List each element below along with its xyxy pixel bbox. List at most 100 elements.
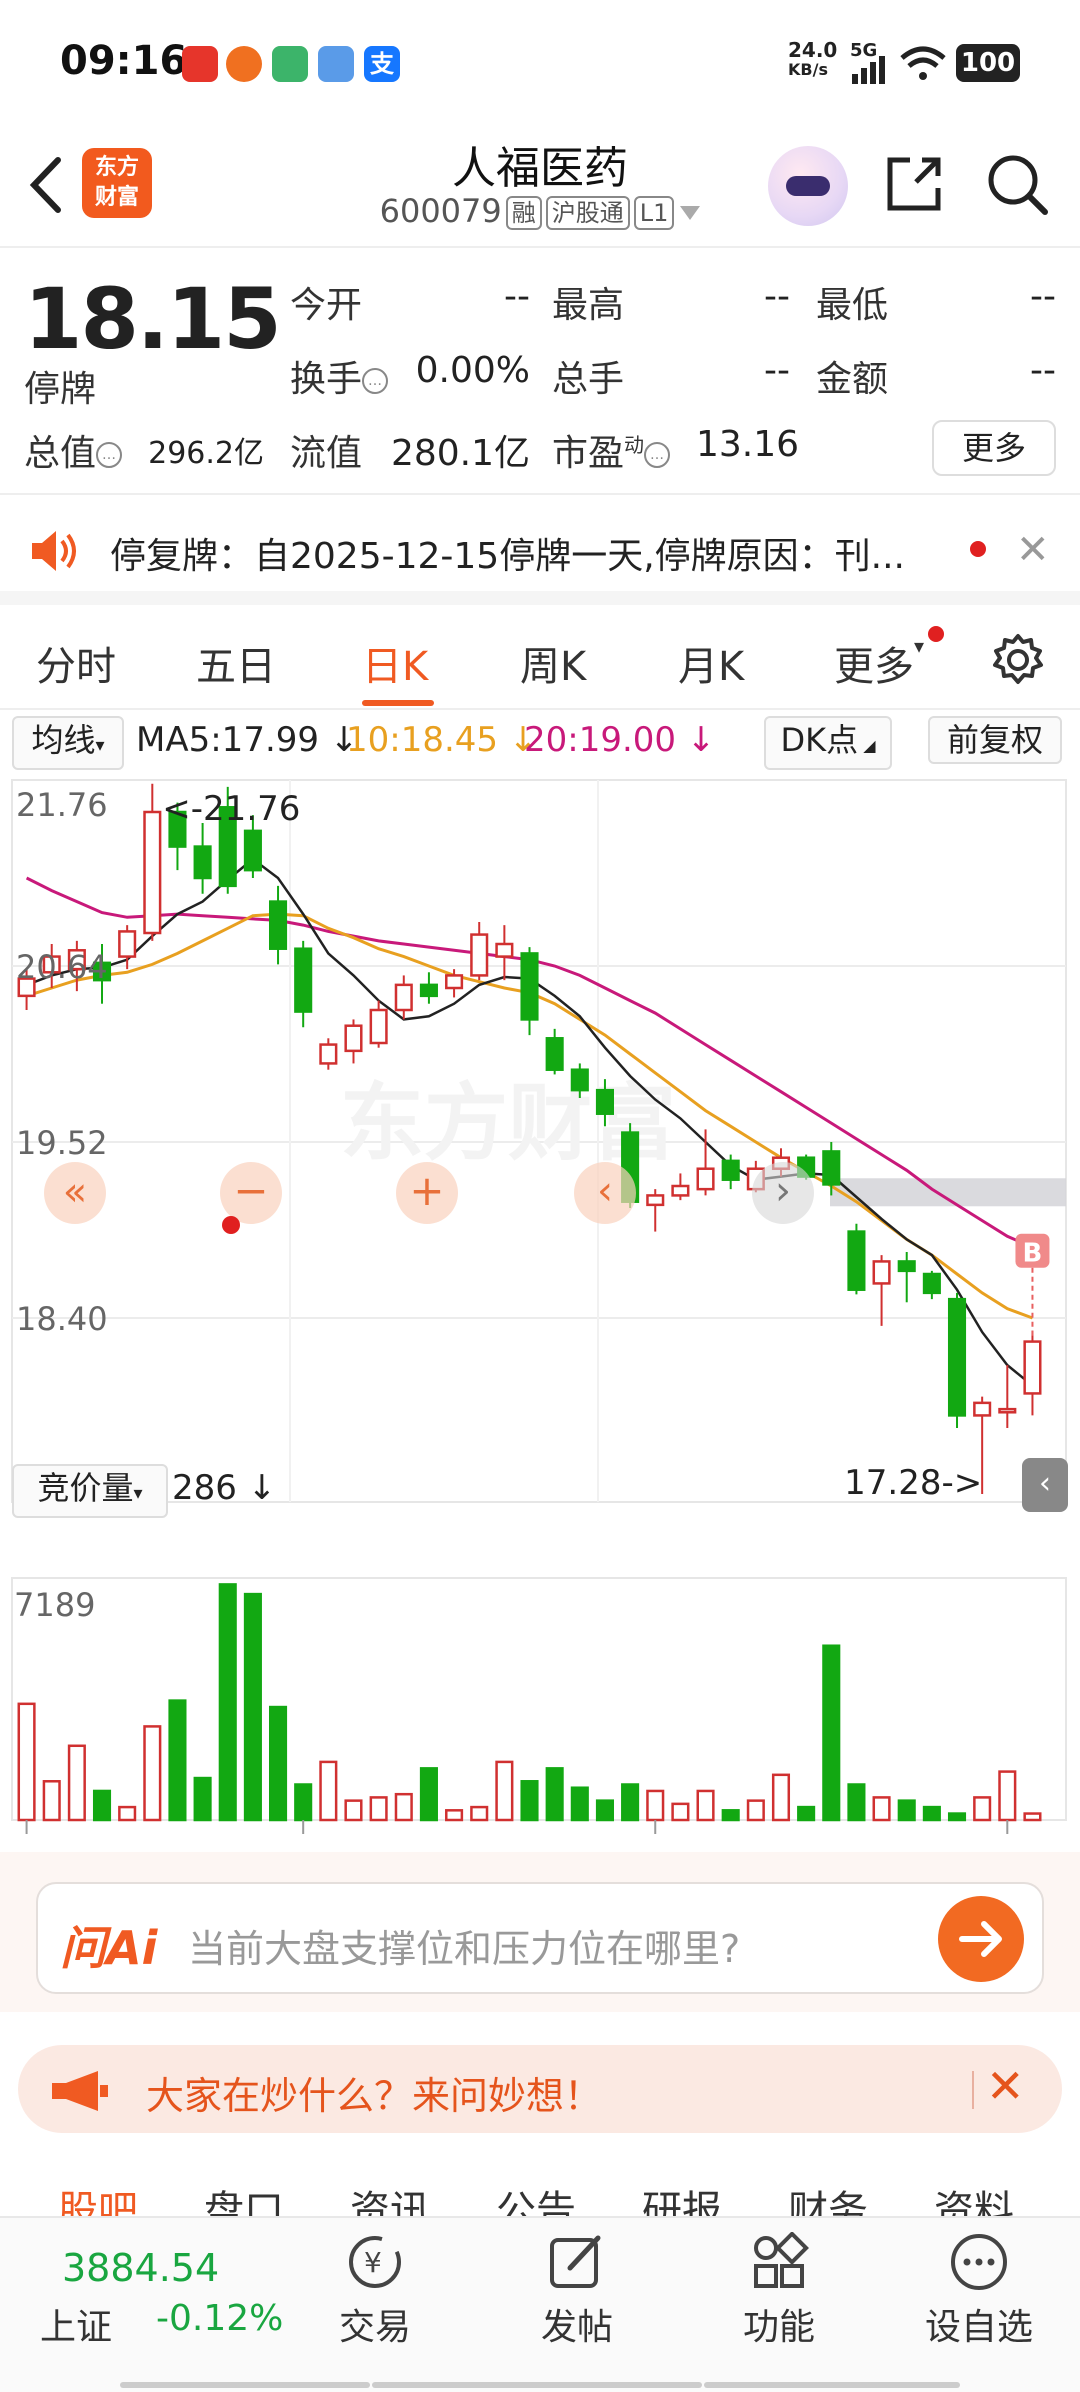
candle-body xyxy=(143,810,162,935)
volume-bar xyxy=(419,1767,438,1822)
zoom-out-button[interactable]: − xyxy=(220,1162,282,1224)
close-icon[interactable]: ✕ xyxy=(986,2059,1025,2113)
volume-bar xyxy=(520,1780,539,1822)
price-axis-label: 21.76 xyxy=(16,786,108,824)
gear-icon[interactable] xyxy=(990,632,1046,688)
nav-functions[interactable]: 功能 xyxy=(704,2232,854,2350)
volume-bar xyxy=(369,1796,388,1822)
volume-bar xyxy=(746,1799,765,1822)
tab-weekly-k[interactable]: 周K xyxy=(520,634,586,692)
candle-body xyxy=(545,1037,564,1071)
low-label: 最低 xyxy=(816,285,889,326)
volume-selector[interactable]: 竞价量▾ xyxy=(12,1464,168,1518)
tab-intraday[interactable]: 分时 xyxy=(36,634,116,692)
tab-financials[interactable]: 财务 xyxy=(788,2178,868,2216)
high-value: -- xyxy=(764,276,790,317)
candle-body xyxy=(998,1407,1017,1414)
dk-button[interactable]: DK点 ◢ xyxy=(764,716,892,770)
price-axis-label: 19.52 xyxy=(16,1124,108,1162)
ma-selector[interactable]: 均线▾ xyxy=(12,716,124,770)
indicator-row: 均线▾ MA5:17.99 ↓ 10:18.45 ↓ 20:19.00 ↓ DK… xyxy=(0,712,1080,770)
tab-daily-k[interactable]: 日K xyxy=(362,634,428,692)
volume-bar xyxy=(1023,1812,1042,1822)
search-icon[interactable] xyxy=(985,152,1049,216)
tab-five-day[interactable]: 五日 xyxy=(196,634,276,692)
pe-value: 13.16 xyxy=(696,424,800,465)
tab-orderbook[interactable]: 盘口 xyxy=(204,2178,284,2216)
volume-bar xyxy=(621,1783,640,1822)
min-price-marker: 17.28-> xyxy=(844,1463,982,1503)
adjust-button[interactable]: 前复权 xyxy=(928,716,1062,764)
tab-news[interactable]: 资讯 xyxy=(350,2178,430,2216)
candle-body xyxy=(973,1401,992,1417)
more-button[interactable]: 更多 xyxy=(932,420,1056,476)
ai-submit-button[interactable] xyxy=(938,1896,1024,1982)
volume-bar xyxy=(495,1760,514,1822)
info-icon[interactable]: … xyxy=(362,368,389,394)
volume-bar xyxy=(193,1776,212,1822)
tab-research[interactable]: 研报 xyxy=(642,2178,722,2216)
candle-body xyxy=(721,1159,740,1181)
stock-code-row[interactable]: 600079 融沪股通 L1 xyxy=(300,192,780,230)
pe-label: 市盈动… xyxy=(552,424,671,476)
scroll-far-left-button[interactable]: « xyxy=(44,1162,106,1224)
volume-bar xyxy=(998,1770,1017,1822)
active-tab-indicator xyxy=(362,700,434,706)
status-time: 09:16 xyxy=(60,38,188,84)
candle-body xyxy=(1023,1340,1042,1395)
info-icon[interactable]: … xyxy=(96,442,123,468)
candle-body xyxy=(520,952,539,1021)
trending-banner[interactable]: 大家在炒什么？来问妙想！ ✕ xyxy=(18,2045,1062,2133)
volume-bar xyxy=(17,1702,36,1822)
candle-body xyxy=(419,983,438,998)
candle-body xyxy=(243,829,262,872)
share-icon[interactable] xyxy=(882,152,946,216)
top-bar: 东方 财富 人福医药 600079 融沪股通 L1 xyxy=(0,130,1080,248)
tab-profile[interactable]: 资料 xyxy=(934,2178,1014,2216)
amount-value: -- xyxy=(1030,350,1056,391)
tab-announcements[interactable]: 公告 xyxy=(496,2178,576,2216)
kline-chart-area: 均线▾ MA5:17.99 ↓ 10:18.45 ↓ 20:19.00 ↓ DK… xyxy=(0,712,1080,1842)
kline-chart[interactable]: 东方财富 21.7620.6419.5218.4017.28<-21.7617.… xyxy=(0,772,1080,1842)
app-logo[interactable]: 东方 财富 xyxy=(82,148,152,218)
candle-body xyxy=(470,933,489,977)
tag-margin: 融 xyxy=(505,196,542,230)
volume-indicator-value: 286 ↓ xyxy=(172,1468,277,1508)
ai-question-input[interactable]: 问Ai 当前大盘支撑位和压力位在哪里? xyxy=(36,1882,1044,1994)
halt-notice[interactable]: 停复牌：自2025-12-15停牌一天,停牌原因：刊... ✕ xyxy=(0,497,1080,605)
back-icon[interactable] xyxy=(22,150,72,220)
volume-bar xyxy=(570,1786,589,1822)
close-icon[interactable]: ✕ xyxy=(1016,527,1050,573)
volume-bar xyxy=(470,1805,489,1822)
volume-bar xyxy=(696,1789,715,1822)
volume-bar xyxy=(872,1796,891,1822)
candle-body xyxy=(947,1297,967,1417)
zoom-in-button[interactable]: + xyxy=(396,1162,458,1224)
candle-body xyxy=(646,1194,665,1207)
nav-add-watchlist[interactable]: 设自选 xyxy=(904,2232,1054,2350)
tab-monthly-k[interactable]: 月K xyxy=(678,634,744,692)
content-tabs: 股吧 盘口 资讯 公告 研报 财务 资料 xyxy=(0,2160,1080,2216)
tab-more[interactable]: 更多▾ xyxy=(834,634,924,692)
app-notification-icon xyxy=(182,46,218,82)
low-value: -- xyxy=(1030,276,1056,317)
scroll-left-button[interactable]: ‹ xyxy=(574,1162,636,1224)
x-axis-label: 20251212 xyxy=(880,1836,1043,1842)
ai-assistant-icon[interactable] xyxy=(768,146,848,226)
scroll-right-button[interactable]: › xyxy=(752,1162,814,1224)
quote-panel: 18.15 停牌 今开 -- 最高 -- 最低 -- 换手… 0.00% 总手 … xyxy=(0,250,1080,495)
nav-trade[interactable]: ¥ 交易 xyxy=(300,2232,450,2350)
collapse-panel-button[interactable]: ‹ xyxy=(1022,1458,1068,1512)
tab-forum[interactable]: 股吧 xyxy=(58,2178,138,2216)
scroll-indicator xyxy=(372,2382,702,2388)
info-icon[interactable]: … xyxy=(644,442,671,468)
volume-bar xyxy=(947,1812,967,1822)
volume-bar xyxy=(42,1780,61,1822)
grid-icon xyxy=(754,2232,809,2288)
app-notification-icon xyxy=(226,46,262,82)
volume-value: -- xyxy=(764,350,790,391)
scroll-indicator xyxy=(704,2382,960,2388)
nav-post[interactable]: 发帖 xyxy=(502,2232,652,2350)
market-cap-value: 296.2亿 xyxy=(148,436,264,471)
candle-body xyxy=(445,974,464,990)
